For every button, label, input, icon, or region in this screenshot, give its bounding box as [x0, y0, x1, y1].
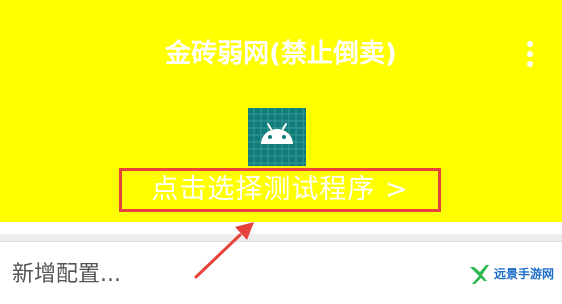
watermark: 远景手游网: [468, 262, 554, 286]
watermark-logo-icon: [470, 265, 489, 284]
select-test-program-label: 点击选择测试程序 >: [151, 174, 409, 205]
select-test-program-button[interactable]: 点击选择测试程序 >: [119, 168, 441, 212]
more-vert-icon: [527, 41, 533, 67]
watermark-text: 远景手游网: [494, 267, 555, 281]
android-icon: [248, 108, 306, 166]
page-title: 金砖弱网(禁止倒卖): [165, 39, 397, 69]
section-divider: [0, 222, 562, 242]
add-config-input[interactable]: [12, 254, 372, 294]
overflow-menu-button[interactable]: [512, 38, 548, 72]
app-icon[interactable]: [248, 108, 306, 166]
